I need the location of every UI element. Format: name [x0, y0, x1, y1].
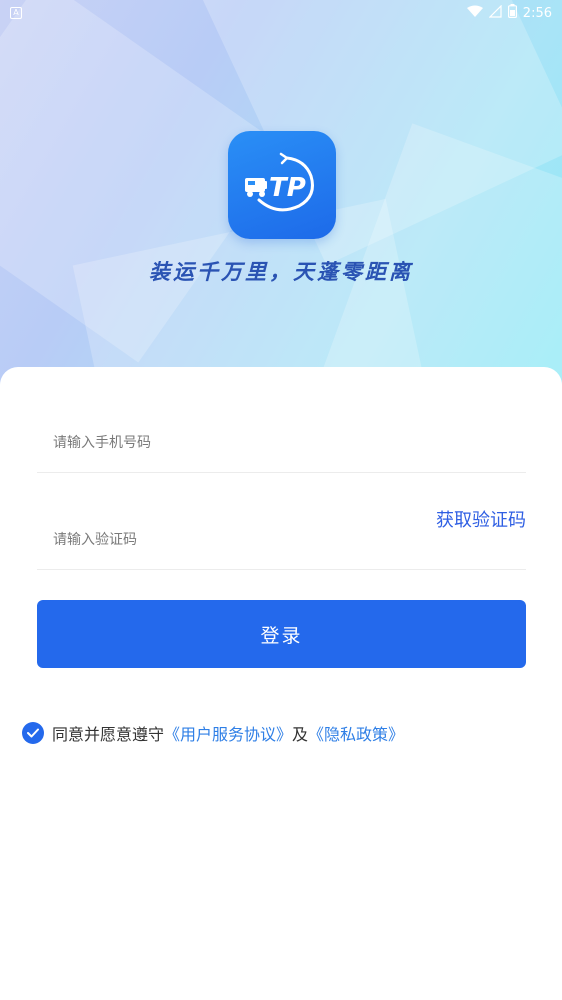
notification-icon: A — [10, 7, 22, 19]
agreement-connector: 及 — [292, 725, 309, 744]
privacy-policy-link[interactable]: 《隐私政策》 — [308, 721, 404, 745]
signal-icon — [488, 4, 502, 22]
logo-text: TP — [269, 173, 306, 203]
code-input[interactable] — [53, 525, 413, 555]
login-button[interactable]: 登录 — [37, 600, 526, 668]
truck-logo-icon: TP — [245, 152, 314, 212]
wifi-icon — [466, 5, 483, 22]
app-logo: TP — [228, 131, 336, 239]
agreement-prefix: 同意并愿意遵守 — [52, 725, 165, 744]
check-icon — [27, 728, 39, 738]
agreement-checkbox[interactable] — [22, 722, 44, 744]
status-bar: A 2:56 — [0, 0, 562, 26]
slogan: 装运千万里，天蓬零距离 — [149, 259, 413, 284]
user-agreement-link[interactable]: 《用户服务协议》 — [164, 721, 292, 745]
phone-input[interactable] — [53, 428, 413, 458]
agreement-row: 同意并愿意遵守 《用户服务协议》 及 《隐私政策》 — [22, 721, 404, 745]
status-time: 2:56 — [522, 5, 552, 21]
status-right: 2:56 — [466, 4, 552, 22]
code-field: 获取验证码 — [37, 500, 526, 570]
get-code-button[interactable]: 获取验证码 — [436, 506, 526, 532]
status-left: A — [10, 7, 22, 19]
battery-icon — [507, 4, 517, 22]
phone-field — [37, 403, 526, 473]
